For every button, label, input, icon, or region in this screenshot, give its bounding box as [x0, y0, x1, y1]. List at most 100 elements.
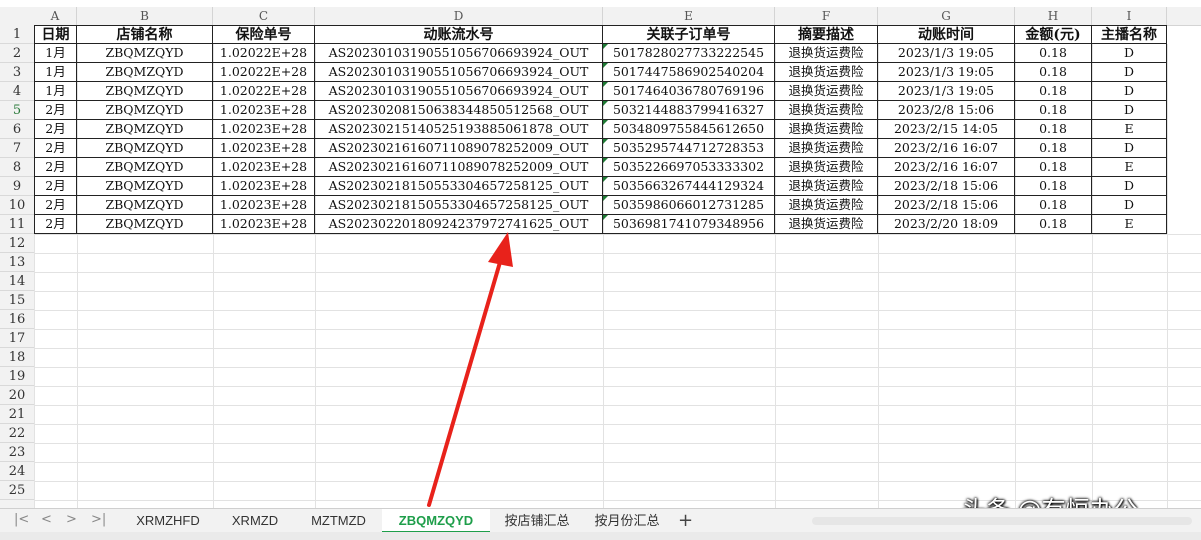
sheet-tab-1[interactable]: XRMZD: [217, 509, 293, 533]
spreadsheet[interactable]: ABCDEFGHI 1 2 3 4 5 6 7 8 9 10 11 12 13 14 15 16 17 18 19 2…: [0, 0, 1201, 508]
table-cell[interactable]: ZBQMZQYD: [77, 101, 213, 120]
table-cell[interactable]: 退换货运费险: [775, 63, 878, 82]
table-cell[interactable]: 退换货运费险: [775, 82, 878, 101]
prev-sheet-icon[interactable]: <: [41, 512, 52, 527]
column-header-F[interactable]: F: [775, 7, 878, 25]
column-header-G[interactable]: G: [878, 7, 1015, 25]
horizontal-scrollbar[interactable]: [812, 517, 1192, 525]
table-cell[interactable]: 退换货运费险: [775, 44, 878, 63]
table-cell[interactable]: D: [1092, 63, 1167, 82]
table-cell[interactable]: 退换货运费险: [775, 196, 878, 215]
header-cell[interactable]: 保险单号: [213, 25, 315, 44]
table-cell[interactable]: 5017447586902540204: [603, 63, 775, 82]
table-cell[interactable]: 2023/2/16 16:07: [878, 139, 1015, 158]
header-cell[interactable]: 主播名称: [1092, 25, 1167, 44]
row-header-4[interactable]: 4: [0, 82, 34, 101]
row-header-23[interactable]: 23: [0, 443, 34, 462]
table-cell[interactable]: 5035226697053333302: [603, 158, 775, 177]
table-cell[interactable]: AS20230218150553304657258125_OUT: [315, 196, 603, 215]
table-cell[interactable]: 1.02023E+28: [213, 215, 315, 234]
table-cell[interactable]: 5036981741079348956: [603, 215, 775, 234]
table-cell[interactable]: 5035663267444129324: [603, 177, 775, 196]
table-cell[interactable]: AS20230220180924237972741625_OUT: [315, 215, 603, 234]
table-cell[interactable]: 0.18: [1015, 44, 1092, 63]
table-cell[interactable]: 退换货运费险: [775, 215, 878, 234]
table-cell[interactable]: 0.18: [1015, 101, 1092, 120]
row-header-7[interactable]: 7: [0, 139, 34, 158]
row-header-25[interactable]: 25: [0, 481, 34, 500]
add-sheet-button[interactable]: +: [678, 509, 693, 533]
table-cell[interactable]: 0.18: [1015, 158, 1092, 177]
column-header-C[interactable]: C: [213, 7, 315, 25]
row-header-8[interactable]: 8: [0, 158, 34, 177]
table-cell[interactable]: 1月: [34, 63, 77, 82]
column-header-I[interactable]: I: [1092, 7, 1167, 25]
table-cell[interactable]: 1.02023E+28: [213, 139, 315, 158]
table-cell[interactable]: 退换货运费险: [775, 177, 878, 196]
row-header-19[interactable]: 19: [0, 367, 34, 386]
table-cell[interactable]: 2023/2/18 15:06: [878, 196, 1015, 215]
row-header-15[interactable]: 15: [0, 291, 34, 310]
header-cell[interactable]: 店铺名称: [77, 25, 213, 44]
table-cell[interactable]: D: [1092, 44, 1167, 63]
table-cell[interactable]: 1.02023E+28: [213, 101, 315, 120]
table-cell[interactable]: E: [1092, 120, 1167, 139]
table-cell[interactable]: 退换货运费险: [775, 158, 878, 177]
row-header-14[interactable]: 14: [0, 272, 34, 291]
last-sheet-icon[interactable]: >|: [91, 512, 106, 527]
table-cell[interactable]: 1月: [34, 44, 77, 63]
table-cell[interactable]: AS20230208150638344850512568_OUT: [315, 101, 603, 120]
table-cell[interactable]: 5017828027733222545: [603, 44, 775, 63]
table-cell[interactable]: 2月: [34, 215, 77, 234]
table-cell[interactable]: 2023/2/16 16:07: [878, 158, 1015, 177]
table-cell[interactable]: 退换货运费险: [775, 101, 878, 120]
table-cell[interactable]: 0.18: [1015, 139, 1092, 158]
column-header-A[interactable]: A: [34, 7, 77, 25]
sheet-tab-5[interactable]: 按月份汇总: [584, 509, 670, 533]
next-sheet-icon[interactable]: >: [66, 512, 77, 527]
table-cell[interactable]: 2月: [34, 196, 77, 215]
table-cell[interactable]: 2023/2/18 15:06: [878, 177, 1015, 196]
table-cell[interactable]: 1月: [34, 82, 77, 101]
row-header-13[interactable]: 13: [0, 253, 34, 272]
table-cell[interactable]: 1.02023E+28: [213, 120, 315, 139]
column-header-D[interactable]: D: [315, 7, 603, 25]
table-cell[interactable]: 2023/1/3 19:05: [878, 63, 1015, 82]
table-cell[interactable]: 0.18: [1015, 215, 1092, 234]
row-header-2[interactable]: 2: [0, 44, 34, 63]
table-cell[interactable]: 5017464036780769196: [603, 82, 775, 101]
column-header-H[interactable]: H: [1015, 7, 1092, 25]
row-header-9[interactable]: 9: [0, 177, 34, 196]
table-cell[interactable]: 退换货运费险: [775, 139, 878, 158]
table-cell[interactable]: 2月: [34, 158, 77, 177]
row-header-3[interactable]: 3: [0, 63, 34, 82]
row-header-12[interactable]: 12: [0, 234, 34, 253]
table-cell[interactable]: 1.02022E+28: [213, 63, 315, 82]
table-cell[interactable]: 2023/1/3 19:05: [878, 82, 1015, 101]
table-cell[interactable]: 5035986066012731285: [603, 196, 775, 215]
row-header-5[interactable]: 5: [0, 101, 34, 120]
row-header-6[interactable]: 6: [0, 120, 34, 139]
table-cell[interactable]: 0.18: [1015, 196, 1092, 215]
table-cell[interactable]: 0.18: [1015, 177, 1092, 196]
column-header-B[interactable]: B: [77, 7, 213, 25]
table-cell[interactable]: ZBQMZQYD: [77, 215, 213, 234]
table-cell[interactable]: 5035295744712728353: [603, 139, 775, 158]
table-cell[interactable]: 1.02023E+28: [213, 196, 315, 215]
table-cell[interactable]: AS20230216160711089078252009_OUT: [315, 139, 603, 158]
table-cell[interactable]: 1.02023E+28: [213, 158, 315, 177]
table-cell[interactable]: 1.02023E+28: [213, 177, 315, 196]
table-cell[interactable]: AS20230103190551056706693924_OUT: [315, 82, 603, 101]
table-cell[interactable]: ZBQMZQYD: [77, 139, 213, 158]
sheet-tab-0[interactable]: XRMZHFD: [122, 509, 214, 533]
table-cell[interactable]: ZBQMZQYD: [77, 44, 213, 63]
table-cell[interactable]: 1.02022E+28: [213, 82, 315, 101]
table-cell[interactable]: E: [1092, 215, 1167, 234]
table-cell[interactable]: 0.18: [1015, 82, 1092, 101]
row-header-16[interactable]: 16: [0, 310, 34, 329]
table-cell[interactable]: 2月: [34, 120, 77, 139]
first-sheet-icon[interactable]: |<: [14, 512, 29, 527]
table-cell[interactable]: AS20230103190551056706693924_OUT: [315, 44, 603, 63]
row-header-10[interactable]: 10: [0, 196, 34, 215]
table-cell[interactable]: E: [1092, 158, 1167, 177]
